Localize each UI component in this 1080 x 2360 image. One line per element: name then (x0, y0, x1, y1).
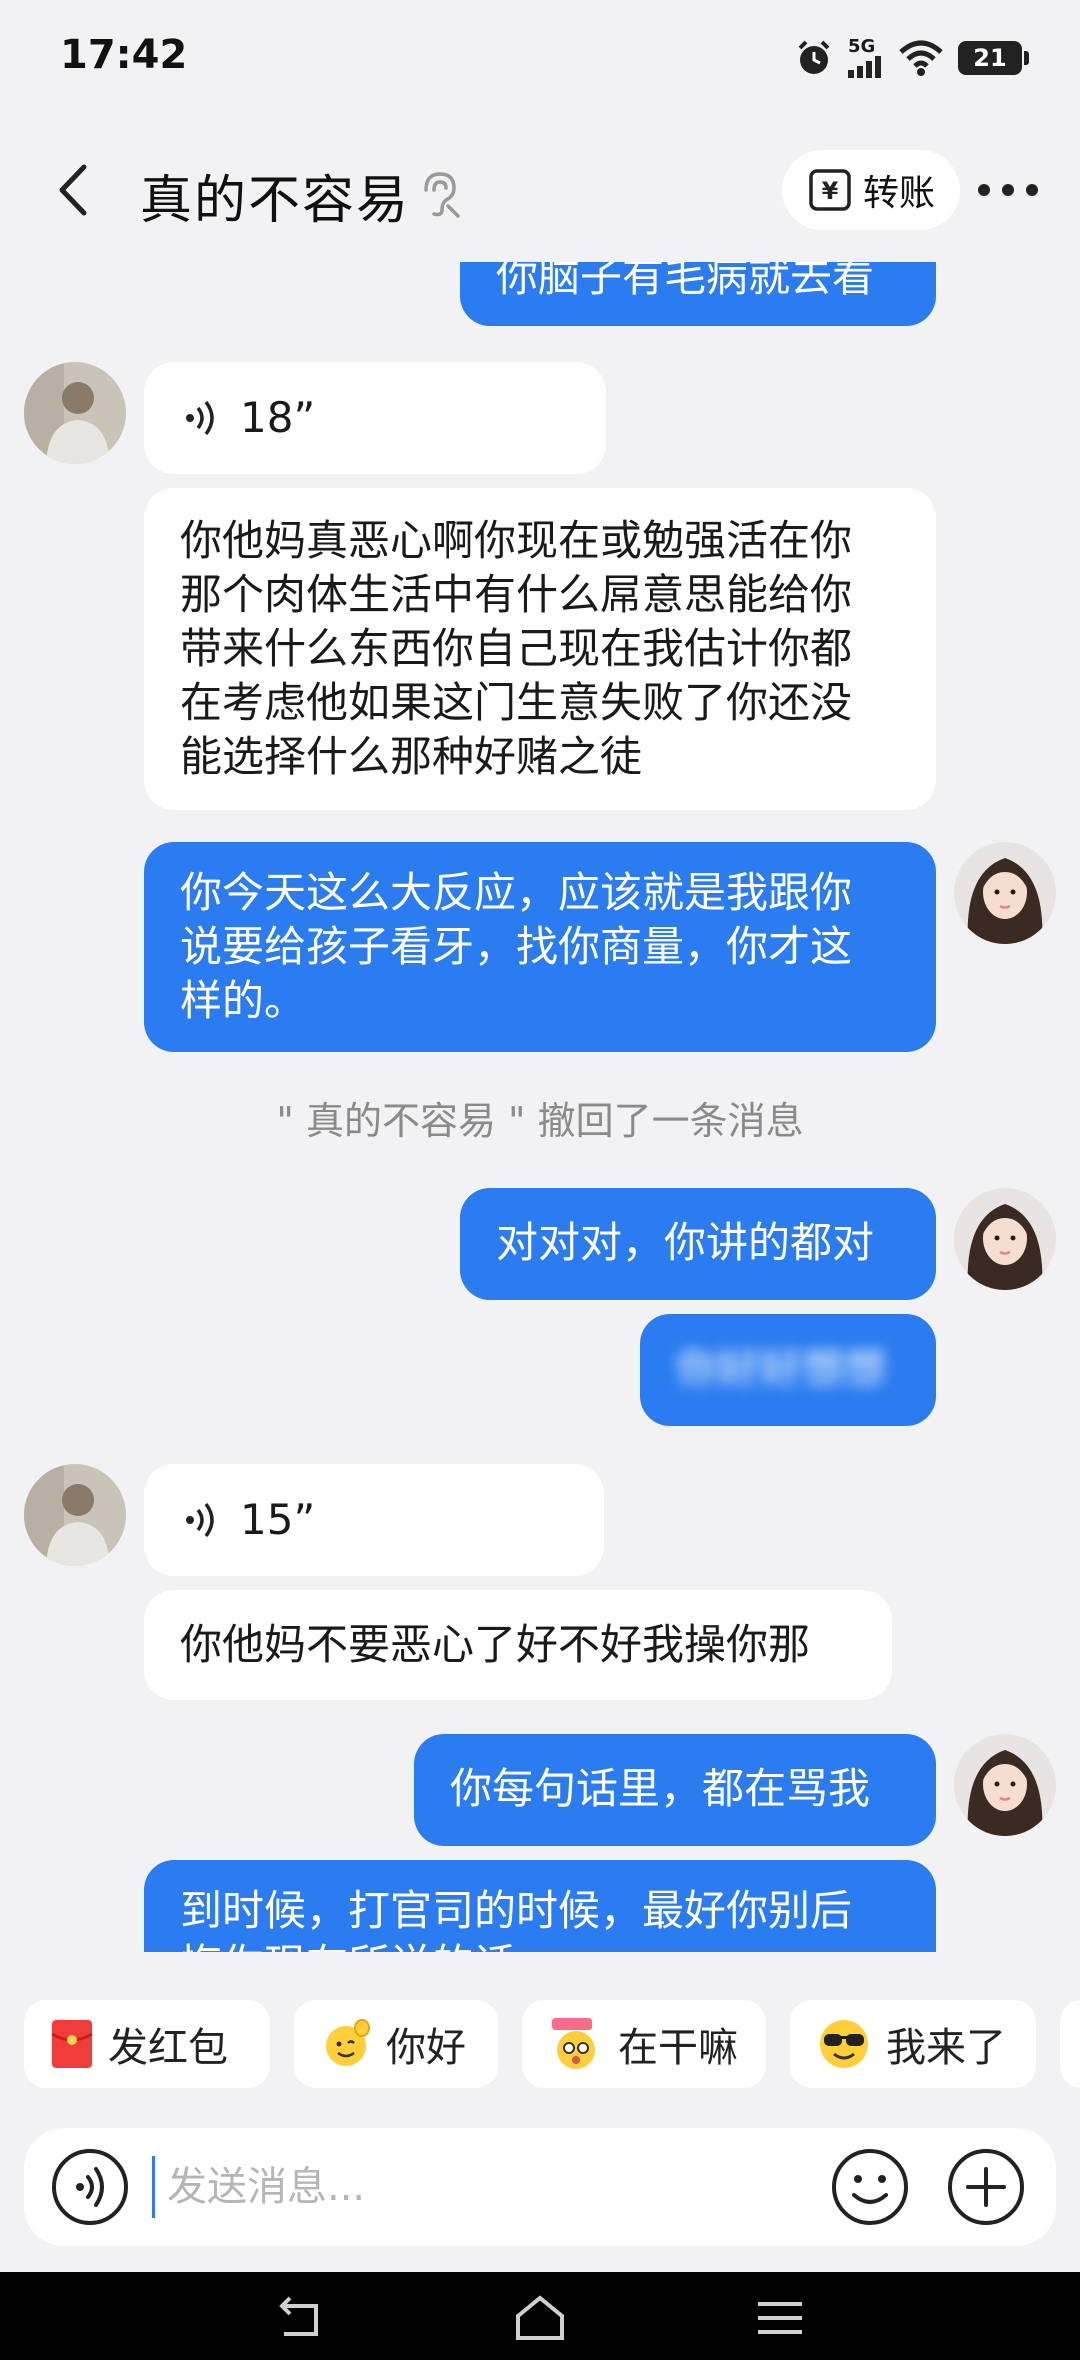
quick-reply-hello[interactable]: 你好 (294, 2000, 498, 2088)
emoji-icon[interactable] (830, 2147, 910, 2227)
voice-input-icon[interactable] (50, 2147, 130, 2227)
quick-reply-more[interactable] (1060, 2000, 1080, 2088)
contact-avatar[interactable] (24, 362, 126, 464)
quick-reply-red-envelope[interactable]: 发红包 (24, 2000, 270, 2088)
message-line: 你今天这么大反应，应该就是我跟你 (180, 868, 853, 917)
voice-wave-icon (186, 1502, 214, 1538)
my-avatar[interactable] (954, 1188, 1056, 1290)
status-bar: 17:42 5G 21 (0, 0, 1080, 115)
message-bubble-outgoing-blurred[interactable]: 你好好想想 (640, 1314, 936, 1426)
quick-reply-label: 发红包 (108, 2025, 228, 2071)
message-line: 能选择什么那种好赌之徒 (180, 732, 643, 781)
status-time: 17:42 (60, 32, 188, 78)
message-line: 带来什么东西你自己现在我估计你都 (180, 624, 853, 673)
wave-emoji-icon (326, 2019, 370, 2066)
wifi-icon (899, 40, 943, 76)
transfer-button[interactable]: ¥ 转账 (782, 150, 960, 230)
message-line: 样的。 (180, 976, 307, 1025)
contact-avatar[interactable] (24, 1464, 126, 1566)
nav-back-icon[interactable] (270, 2294, 330, 2342)
contact-name[interactable]: 真的不容易 (140, 158, 410, 233)
nav-home-icon[interactable] (510, 2294, 570, 2342)
message-input[interactable] (152, 2156, 812, 2218)
message-line: 悔你现在所说的话 (180, 1938, 900, 1952)
my-avatar[interactable] (954, 842, 1056, 944)
message-line: 你他妈真恶心啊你现在或勉强活在你 (180, 516, 853, 565)
message-line: 到时候，打官司的时候，最好你别后 (180, 1886, 853, 1935)
message-line: 那个肉体生活中有什么屌意思能给你 (180, 570, 853, 619)
battery-icon: 21 (958, 41, 1029, 75)
network-label: 5G (848, 36, 876, 57)
message-line: 说要给孩子看牙，找你商量，你才这 (180, 922, 853, 971)
voice-message[interactable]: 18” (144, 362, 606, 474)
signal-icon: 5G (848, 38, 884, 78)
message-line: 在考虑他如果这门生意失败了你还没 (180, 678, 853, 727)
message-bubble-outgoing[interactable]: 你脑子有毛病就去看 (460, 262, 936, 326)
voice-duration: 15” (240, 1495, 316, 1544)
status-icons: 5G 21 (794, 36, 1029, 80)
voice-message[interactable]: 15” (144, 1464, 604, 1576)
message-bubble-outgoing[interactable]: 你每句话里，都在骂我 (414, 1734, 936, 1846)
quick-reply-doing[interactable]: 在干嘛 (522, 2000, 766, 2088)
ear-icon (424, 172, 460, 218)
message-bubble-outgoing[interactable]: 对对对，你讲的都对 (460, 1188, 936, 1300)
message-bubble-incoming[interactable]: 你他妈不要恶心了好不好我操你那 (144, 1590, 892, 1700)
message-bubble-outgoing[interactable]: 你今天这么大反应，应该就是我跟你 说要给孩子看牙，找你商量，你才这 样的。 (144, 842, 936, 1052)
svg-text:¥: ¥ (822, 177, 839, 205)
red-envelope-icon (51, 2020, 93, 2068)
voice-wave-icon (186, 400, 214, 436)
message-input-bar (24, 2128, 1056, 2246)
plus-icon[interactable] (946, 2147, 1026, 2227)
more-icon[interactable] (978, 170, 1038, 210)
transfer-icon: ¥ (809, 169, 851, 211)
message-bubble-outgoing[interactable]: 到时候，打官司的时候，最好你别后 悔你现在所说的话 (144, 1860, 936, 1952)
quick-reply-label: 在干嘛 (618, 2025, 738, 2071)
quick-reply-label: 我来了 (886, 2025, 1006, 2071)
back-icon[interactable] (42, 155, 112, 225)
message-bubble-incoming[interactable]: 你他妈真恶心啊你现在或勉强活在你 那个肉体生活中有什么屌意思能给你 带来什么东西… (144, 488, 936, 810)
chat-header: 真的不容易 ¥ 转账 (0, 130, 1080, 250)
quick-reply-bar: 发红包 你好 在干嘛 我来了 (0, 2000, 1080, 2090)
quick-reply-label: 你好 (386, 2025, 466, 2071)
nav-menu-icon[interactable] (750, 2294, 810, 2342)
system-nav-bar (0, 2272, 1080, 2360)
sunglasses-emoji-icon (820, 2020, 868, 2068)
quick-reply-coming[interactable]: 我来了 (790, 2000, 1036, 2088)
chat-area[interactable]: 你脑子有毛病就去看 18” 你他妈真恶心啊你现在或勉强活在你 那个肉体生活中有什… (0, 262, 1080, 1952)
transfer-label: 转账 (862, 173, 935, 214)
my-avatar[interactable] (954, 1734, 1056, 1836)
alarm-icon (798, 40, 830, 74)
voice-duration: 18” (240, 393, 316, 442)
recall-notice: " 真的不容易 " 撤回了一条消息 (276, 1099, 804, 1143)
curious-emoji-icon (552, 2018, 595, 2069)
